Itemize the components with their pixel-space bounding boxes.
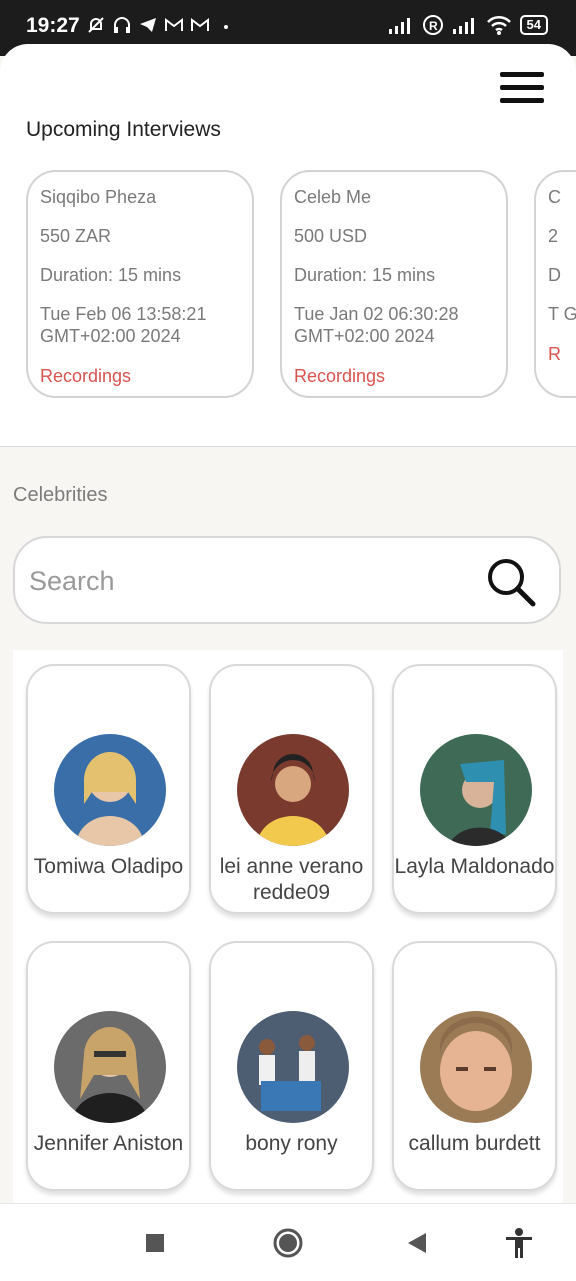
battery-indicator: 54	[519, 15, 548, 35]
gmail-icon	[191, 18, 209, 31]
interview-card[interactable]: C 2 D T G R	[534, 170, 576, 398]
gmail-icon	[165, 18, 183, 31]
muted-bell-icon	[88, 17, 104, 33]
interviews-carousel[interactable]: Siqqibo Pheza 550 ZAR Duration: 15 mins …	[26, 170, 576, 402]
accessibility-icon[interactable]	[502, 1226, 536, 1260]
avatar	[420, 1011, 532, 1123]
celebrity-name: Layla Maldonado	[394, 855, 555, 878]
celebrity-card[interactable]: callum burdett	[392, 941, 557, 1191]
celebrity-name: lei anne verano redde09	[219, 855, 364, 904]
system-icons: R 54	[388, 14, 548, 36]
interview-date: T G	[548, 304, 576, 324]
recents-square-icon[interactable]	[138, 1226, 172, 1260]
avatar	[237, 1011, 349, 1123]
signal-icon	[388, 18, 410, 34]
notification-icons	[86, 15, 236, 35]
search-icon[interactable]	[485, 556, 537, 608]
celebrities-grid: Tomiwa Oladipo lei anne verano redde09 L…	[13, 650, 563, 1203]
back-triangle-icon[interactable]	[400, 1226, 434, 1260]
telegram-icon	[140, 18, 156, 32]
interview-price: 500 USD	[294, 226, 368, 246]
avatar	[237, 734, 349, 846]
interview-duration: Duration: 15 mins	[40, 265, 182, 285]
headphones-icon	[114, 17, 130, 33]
interviews-panel: Upcoming Interviews Siqqibo Pheza 550 ZA…	[0, 44, 576, 447]
svg-text:R: R	[429, 19, 438, 33]
wifi-icon	[486, 15, 511, 35]
avatar	[54, 1011, 166, 1123]
recordings-link[interactable]: Recordings	[294, 366, 494, 387]
recordings-link[interactable]: Recordings	[40, 366, 240, 387]
page-title: Upcoming Interviews	[26, 118, 221, 141]
interview-date: Tue Feb 06 13:58:21 GMT+02:00 2024	[40, 304, 207, 346]
celebrity-name: Tomiwa Oladipo	[33, 855, 184, 878]
status-time: 19:27	[26, 14, 80, 37]
dot-icon	[224, 25, 228, 29]
interview-price: 550 ZAR	[40, 226, 112, 246]
system-nav-bar	[0, 1203, 576, 1281]
interview-duration: Duration: 15 mins	[294, 265, 436, 285]
avatar	[54, 734, 166, 846]
interview-price: 2	[548, 226, 559, 246]
celebrity-name: bony rony	[245, 1132, 338, 1155]
search-bar[interactable]	[13, 536, 561, 624]
roaming-icon: R	[422, 15, 443, 35]
celebrity-name: callum burdett	[408, 1132, 541, 1155]
signal-icon	[452, 18, 474, 34]
interview-name: Celeb Me	[294, 187, 372, 207]
home-circle-icon[interactable]	[271, 1226, 305, 1260]
celebrity-card[interactable]: Jennifer Aniston	[26, 941, 191, 1191]
celebrity-name: Jennifer Aniston	[33, 1132, 184, 1155]
interview-name: C	[548, 187, 561, 207]
recordings-link[interactable]: R	[548, 344, 576, 365]
celebrity-card[interactable]: bony rony	[209, 941, 374, 1191]
celebrities-heading: Celebrities	[13, 484, 108, 506]
interview-card[interactable]: Siqqibo Pheza 550 ZAR Duration: 15 mins …	[26, 170, 254, 398]
interview-duration: D	[548, 265, 561, 285]
interview-date: Tue Jan 02 06:30:28 GMT+02:00 2024	[294, 304, 459, 346]
avatar	[420, 734, 532, 846]
celebrity-card[interactable]: Layla Maldonado	[392, 664, 557, 914]
interview-card[interactable]: Celeb Me 500 USD Duration: 15 mins Tue J…	[280, 170, 508, 398]
interview-name: Siqqibo Pheza	[40, 187, 157, 207]
hamburger-menu-icon[interactable]	[500, 72, 544, 106]
celebrity-card[interactable]: lei anne verano redde09	[209, 664, 374, 914]
search-input[interactable]	[27, 558, 461, 604]
celebrity-card[interactable]: Tomiwa Oladipo	[26, 664, 191, 914]
